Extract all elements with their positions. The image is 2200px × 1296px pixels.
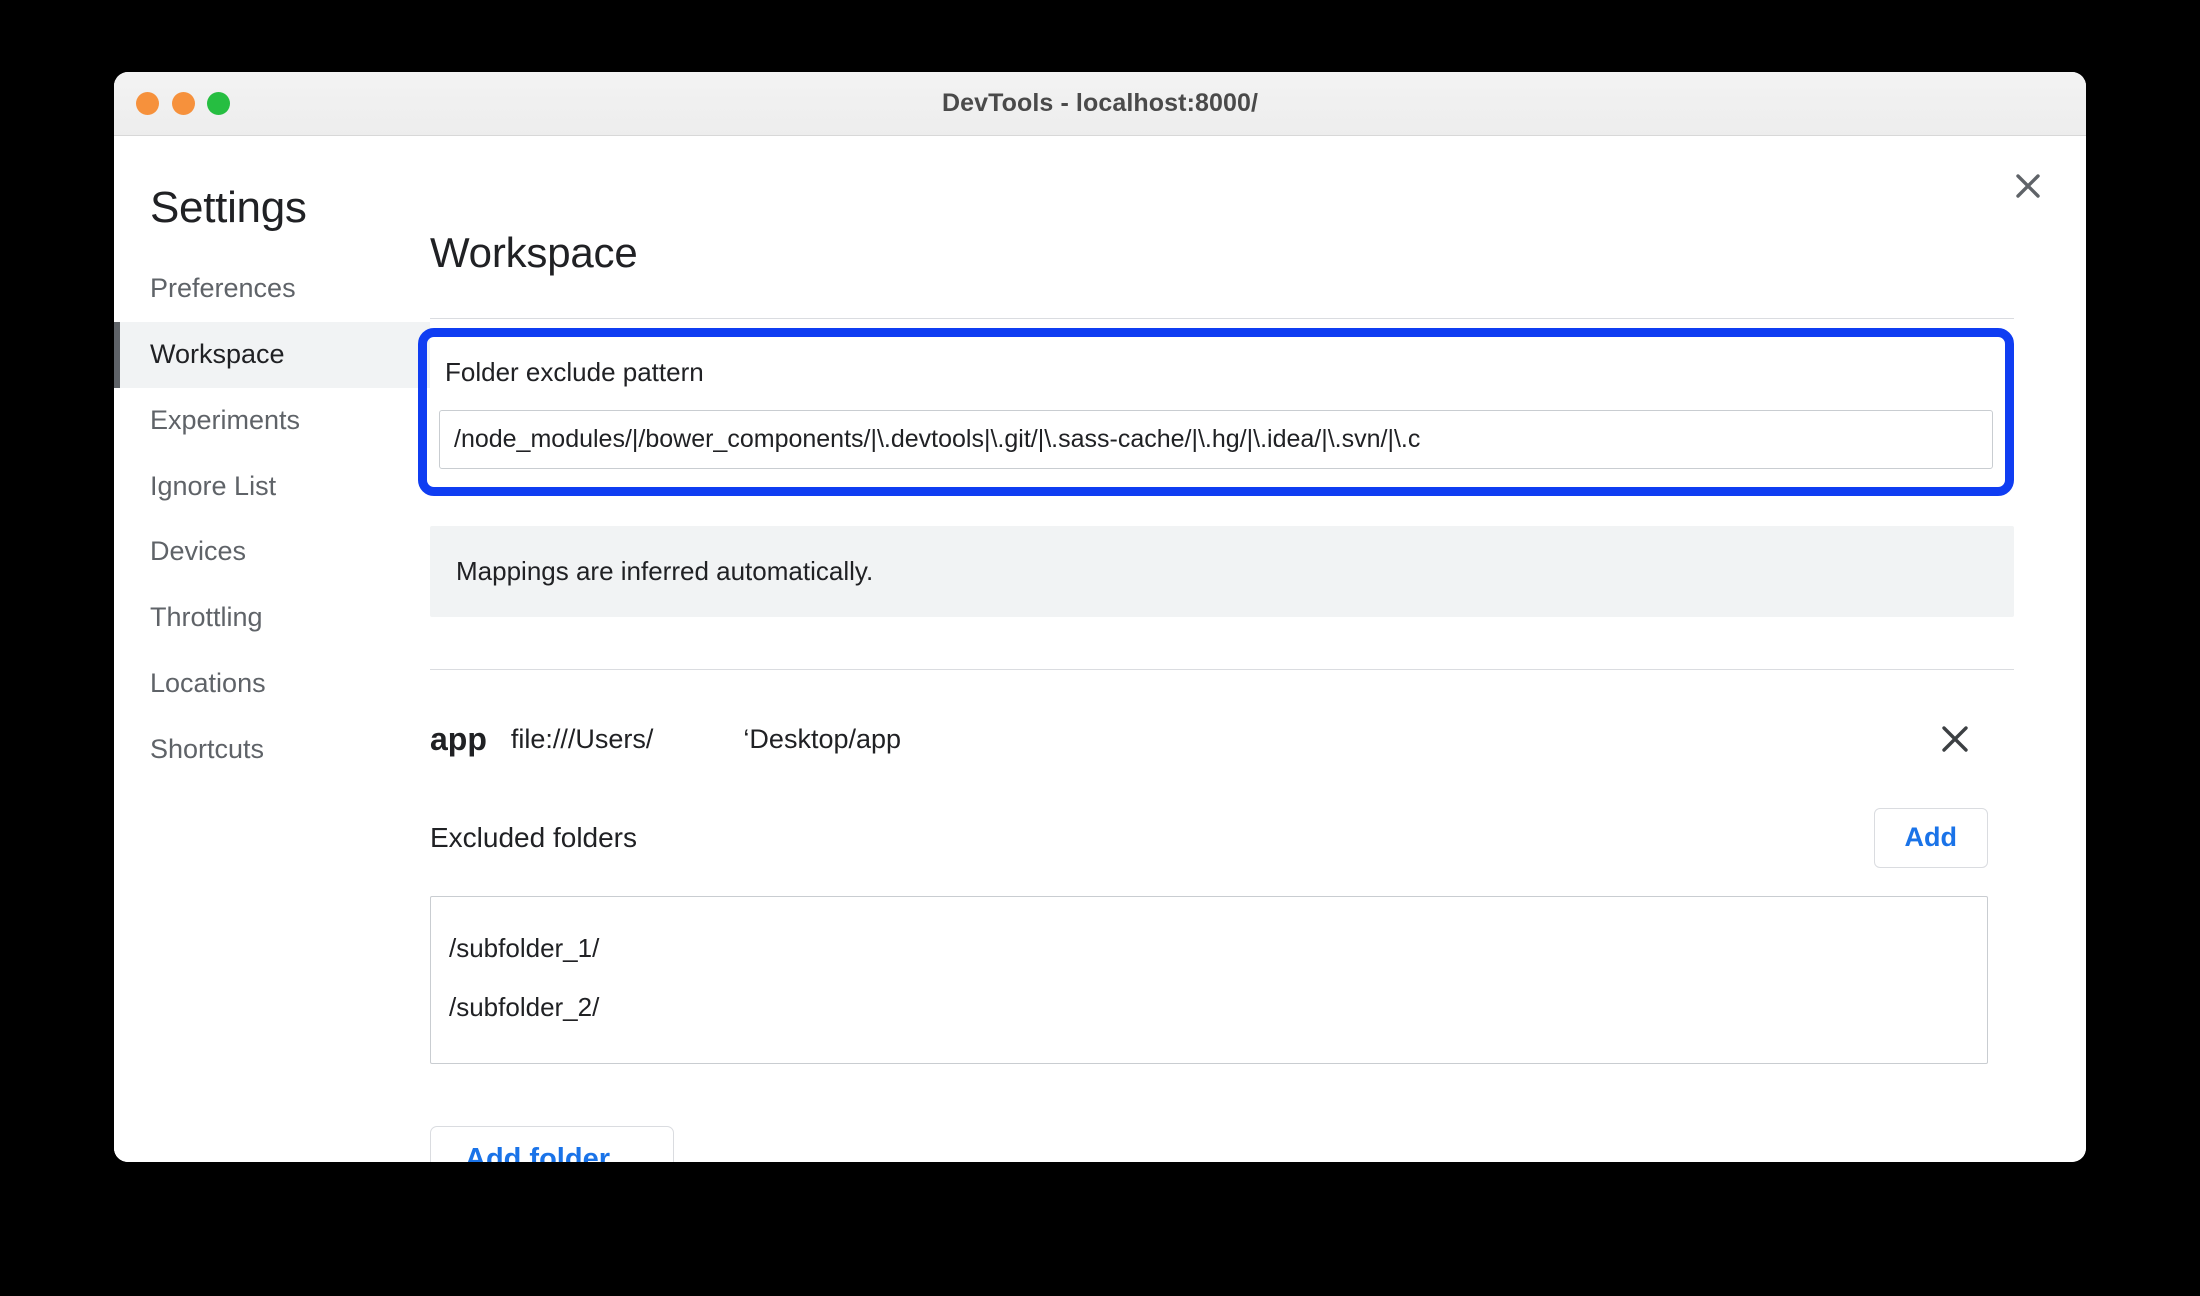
sidebar-item-label: Experiments xyxy=(150,404,301,435)
sidebar-item-label: Locations xyxy=(150,667,266,698)
divider-middle xyxy=(430,669,2014,671)
workspace-folder-row: app file:///Users/ ‘Desktop/app xyxy=(430,716,2014,762)
traffic-light-group xyxy=(136,72,230,135)
footer-actions: Add folder… xyxy=(430,1126,2014,1162)
page-title: Workspace xyxy=(430,229,638,276)
sidebar-item-shortcuts[interactable]: Shortcuts xyxy=(114,717,430,783)
list-item[interactable]: /subfolder_2/ xyxy=(431,978,1987,1037)
list-item[interactable]: /subfolder_1/ xyxy=(431,919,1987,978)
sidebar-item-label: Devices xyxy=(150,536,247,567)
divider-top xyxy=(430,318,2014,320)
devtools-window: DevTools - localhost:8000/ Settings Pref… xyxy=(114,72,2086,1162)
sidebar-item-preferences[interactable]: Preferences xyxy=(114,256,430,322)
sidebar-item-locations[interactable]: Locations xyxy=(114,651,430,717)
desktop-backdrop: DevTools - localhost:8000/ Settings Pref… xyxy=(0,0,2200,1296)
excluded-folders-title: Excluded folders xyxy=(430,822,638,854)
sidebar-item-label: Preferences xyxy=(150,273,296,304)
window-close-button[interactable] xyxy=(136,92,159,115)
window-minimize-button[interactable] xyxy=(171,92,195,115)
settings-sidebar: Settings Preferences Workspace Experimen… xyxy=(114,136,430,1162)
add-excluded-folder-button[interactable]: Add xyxy=(1873,808,1988,869)
workspace-folder-path: file:///Users/ ‘Desktop/app xyxy=(510,723,902,754)
exclude-pattern-input[interactable]: /node_modules/|/bower_components/|\.devt… xyxy=(439,410,1993,470)
excluded-folders-header: Excluded folders Add xyxy=(430,808,2014,869)
sidebar-item-label: Workspace xyxy=(150,339,285,370)
settings-dialog: Settings Preferences Workspace Experimen… xyxy=(114,136,2086,1162)
window-titlebar: DevTools - localhost:8000/ xyxy=(114,72,2086,136)
settings-content: Workspace Folder exclude pattern /node_m… xyxy=(418,136,2086,1162)
exclude-pattern-label: Folder exclude pattern xyxy=(445,357,704,388)
window-zoom-button[interactable] xyxy=(207,92,230,115)
add-folder-button[interactable]: Add folder… xyxy=(430,1126,674,1162)
exclude-pattern-value: /node_modules/|/bower_components/|\.devt… xyxy=(454,425,1421,454)
sidebar-item-devices[interactable]: Devices xyxy=(114,519,430,585)
window-title: DevTools - localhost:8000/ xyxy=(941,89,1259,117)
sidebar-item-label: Ignore List xyxy=(150,470,277,501)
sidebar-item-ignore-list[interactable]: Ignore List xyxy=(114,454,430,520)
mappings-info-banner: Mappings are inferred automatically. xyxy=(430,526,2014,618)
close-icon[interactable] xyxy=(1932,716,1978,762)
sidebar-item-label: Shortcuts xyxy=(150,733,265,764)
sidebar-title: Settings xyxy=(150,183,307,232)
sidebar-item-throttling[interactable]: Throttling xyxy=(114,585,430,651)
sidebar-item-workspace[interactable]: Workspace xyxy=(114,322,430,388)
sidebar-item-experiments[interactable]: Experiments xyxy=(114,388,430,454)
workspace-folder-name: app xyxy=(430,720,487,757)
sidebar-item-label: Throttling xyxy=(150,602,263,633)
excluded-folders-list: /subfolder_1/ /subfolder_2/ xyxy=(430,896,1988,1065)
close-icon[interactable] xyxy=(2006,164,2050,208)
exclude-pattern-highlight: Folder exclude pattern /node_modules/|/b… xyxy=(418,328,2014,497)
